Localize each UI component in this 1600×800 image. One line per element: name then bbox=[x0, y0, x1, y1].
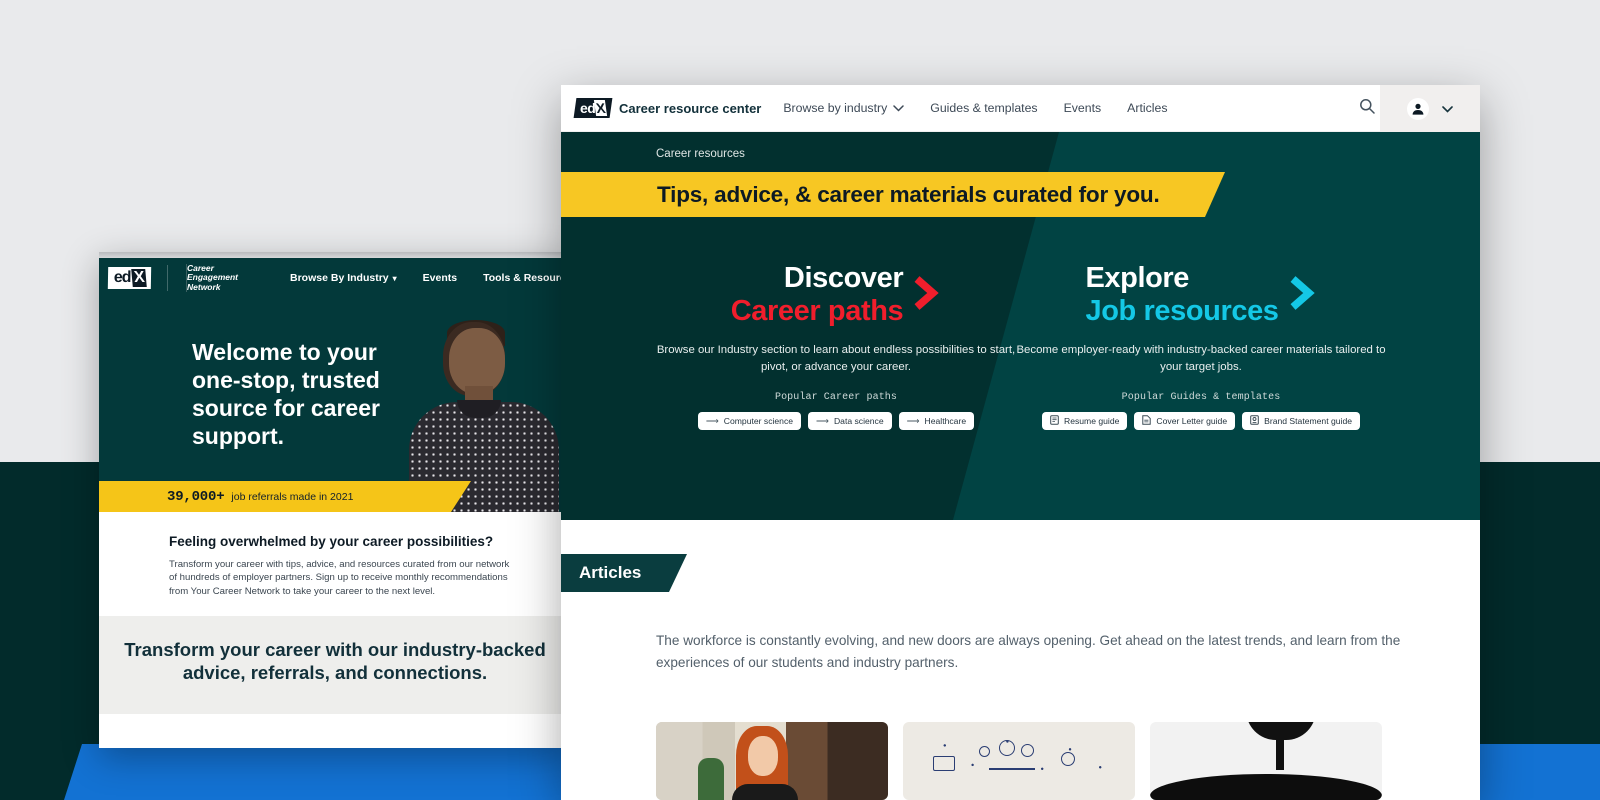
chip-cover-letter-guide[interactable]: Cover Letter guide bbox=[1134, 412, 1236, 431]
user-avatar-icon bbox=[1407, 97, 1429, 120]
site-brand-name: Career resource center bbox=[619, 100, 762, 116]
bw-nav-events[interactable]: Events bbox=[423, 272, 457, 284]
chip-label: Healthcare bbox=[924, 416, 967, 427]
career-engagement-network-window[interactable]: ed X Career Engagement Network Browse By … bbox=[99, 252, 571, 748]
back-window-section: Feeling overwhelmed by your career possi… bbox=[99, 512, 571, 617]
hero-portrait-photo bbox=[399, 298, 571, 512]
back-window-brand-name: Career Engagement Network bbox=[186, 262, 239, 293]
promo-chip-list: Resume guide Cover Letter guide Brand St… bbox=[1011, 412, 1391, 431]
nav-articles[interactable]: Articles bbox=[1127, 101, 1167, 115]
nav-events[interactable]: Events bbox=[1064, 101, 1102, 115]
chevron-right-icon[interactable] bbox=[911, 273, 941, 318]
site-brand[interactable]: edX Career resource center bbox=[561, 98, 761, 118]
nav-guides-templates[interactable]: Guides & templates bbox=[930, 101, 1037, 115]
brand-divider bbox=[167, 265, 168, 291]
nav-browse-by-industry[interactable]: Browse by industry bbox=[783, 101, 904, 115]
articles-intro-text: The workforce is constantly evolving, an… bbox=[656, 633, 1401, 670]
chevron-down-icon bbox=[893, 104, 904, 112]
letter-document-icon bbox=[1142, 415, 1152, 427]
promo-title-bottom: Job resources bbox=[1085, 295, 1279, 327]
cta-heading: Transform your career with our industry-… bbox=[124, 639, 546, 684]
article-card-list bbox=[656, 722, 1382, 800]
nav-label: Events bbox=[1063, 101, 1102, 115]
articles-section-tab: Articles bbox=[561, 554, 687, 592]
articles-tab-label: Articles bbox=[579, 563, 642, 582]
nav-label: Articles bbox=[1127, 101, 1168, 115]
arrow-right-icon: ⟶ bbox=[906, 415, 920, 426]
edx-logo-icon: edX bbox=[107, 267, 152, 289]
chip-label: Data science bbox=[833, 416, 884, 427]
search-icon bbox=[1359, 98, 1375, 119]
back-window-hero: Welcome to your one-stop, trusted source… bbox=[99, 298, 571, 512]
back-window-brand[interactable]: ed X Career Engagement Network bbox=[107, 262, 239, 293]
promo-description: Browse our Industry section to learn abo… bbox=[656, 344, 1016, 373]
badge-document-icon bbox=[1250, 415, 1259, 427]
chip-healthcare[interactable]: ⟶ Healthcare bbox=[898, 412, 975, 431]
promo-chips-label: Popular Guides & templates bbox=[1121, 392, 1281, 404]
article-card[interactable] bbox=[1150, 722, 1382, 800]
promo-title-top: Discover bbox=[783, 262, 904, 294]
chip-label: Brand Statement guide bbox=[1264, 416, 1353, 427]
promo-chip-list: ⟶ Computer science ⟶ Data science ⟶ Heal… bbox=[646, 412, 1026, 431]
nav-label: Browse by industry bbox=[783, 101, 888, 115]
chevron-right-icon[interactable] bbox=[1287, 273, 1317, 318]
promo-explore-job-resources[interactable]: Explore Job resources Become employer-re… bbox=[1011, 262, 1391, 431]
hero-banner: Tips, advice, & career materials curated… bbox=[561, 172, 1225, 217]
main-nav: Browse by industry Guides & templates Ev… bbox=[783, 101, 1167, 115]
career-resource-center-window[interactable]: edX Career resource center Browse by ind… bbox=[561, 85, 1480, 800]
hero-banner-title: Tips, advice, & career materials curated… bbox=[657, 181, 1160, 207]
back-window-navbar: ed X Career Engagement Network Browse By … bbox=[99, 258, 571, 298]
promo-chips-label: Popular Career paths bbox=[774, 392, 898, 404]
stat-label: job referrals made in 2021 bbox=[231, 490, 354, 503]
promo-discover-career-paths[interactable]: Discover Career paths Browse our Industr… bbox=[646, 262, 1026, 431]
back-window-hero-headline: Welcome to your one-stop, trusted source… bbox=[192, 339, 380, 449]
account-menu[interactable] bbox=[1380, 85, 1480, 132]
back-window-menu: Browse By Industry ▾ Events Tools & Resou… bbox=[290, 272, 571, 284]
promo-title-bottom: Career paths bbox=[730, 295, 904, 327]
article-card[interactable] bbox=[656, 722, 888, 800]
back-window-cta: Transform your career with our industry-… bbox=[99, 616, 571, 715]
section-body: Transform your career with tips, advice,… bbox=[169, 559, 510, 597]
chip-label: Cover Letter guide bbox=[1156, 416, 1228, 427]
article-card[interactable] bbox=[903, 722, 1135, 800]
section-heading: Feeling overwhelmed by your career possi… bbox=[169, 534, 494, 549]
bw-nav-browse-by-industry[interactable]: Browse By Industry ▾ bbox=[290, 272, 397, 284]
breadcrumb: Career resources bbox=[656, 148, 745, 160]
bw-nav-tools-resources[interactable]: Tools & Resources bbox=[483, 272, 571, 284]
promo-description: Become employer-ready with industry-back… bbox=[1016, 344, 1386, 373]
chip-label: Computer science bbox=[723, 416, 794, 427]
hero-section: Career resources Tips, advice, & career … bbox=[561, 132, 1480, 520]
chevron-down-icon bbox=[1442, 100, 1453, 118]
stat-banner: 39,000+ job referrals made in 2021 bbox=[99, 481, 471, 512]
resume-document-icon bbox=[1050, 415, 1059, 427]
promo-title-top: Explore bbox=[1085, 262, 1190, 294]
articles-section: Articles The workforce is constantly evo… bbox=[561, 520, 1480, 800]
site-header: edX Career resource center Browse by ind… bbox=[561, 85, 1480, 132]
arrow-right-icon: ⟶ bbox=[816, 415, 829, 426]
chip-resume-guide[interactable]: Resume guide bbox=[1041, 412, 1128, 431]
nav-label: Guides & templates bbox=[930, 101, 1038, 115]
edx-logo-icon: edX bbox=[573, 98, 613, 118]
chip-data-science[interactable]: ⟶ Data science bbox=[808, 412, 892, 431]
chip-label: Resume guide bbox=[1063, 416, 1120, 427]
chip-computer-science[interactable]: ⟶ Computer science bbox=[697, 412, 802, 431]
chip-brand-statement-guide[interactable]: Brand Statement guide bbox=[1242, 412, 1361, 431]
chevron-down-icon: ▾ bbox=[392, 274, 397, 283]
arrow-right-icon: ⟶ bbox=[705, 415, 719, 426]
stat-number: 39,000+ bbox=[167, 488, 225, 505]
search-button[interactable] bbox=[1359, 85, 1375, 132]
